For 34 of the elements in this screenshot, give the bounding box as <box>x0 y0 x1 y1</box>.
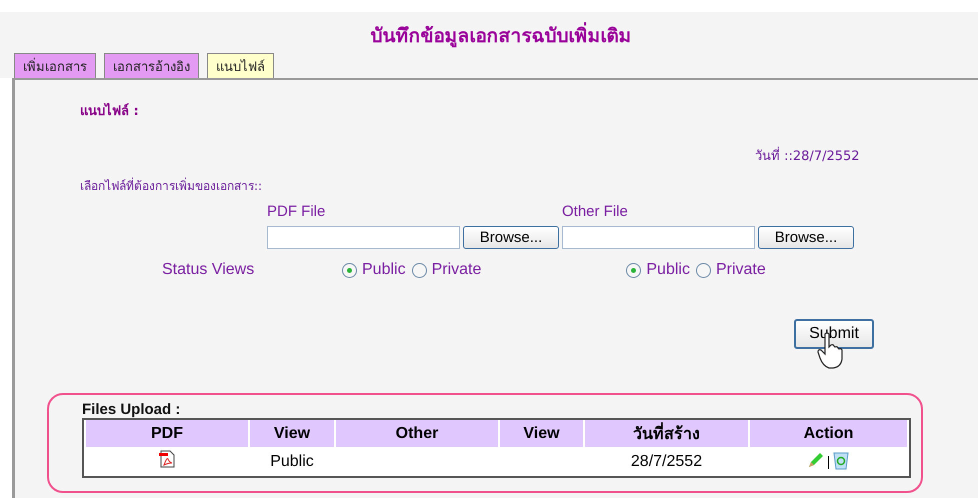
radio-label: Private <box>432 261 482 279</box>
radio-button[interactable] <box>342 262 357 278</box>
column-header: วันที่สร้าง <box>585 420 748 447</box>
radio-button[interactable] <box>412 262 427 278</box>
radio-button[interactable] <box>696 262 711 278</box>
section-heading: แนบไฟล์ : <box>80 102 140 121</box>
tab[interactable]: เพิ่มเอกสาร <box>14 53 96 78</box>
browse-button[interactable]: Browse... <box>463 226 559 249</box>
recycle-bin-icon[interactable] <box>832 450 850 470</box>
tab[interactable]: เอกสารอ้างอิง <box>104 53 199 78</box>
table-cell-text: Public <box>269 452 315 472</box>
column-header: Action <box>750 420 907 447</box>
column-header: View <box>500 420 583 447</box>
radio-label: Public <box>646 261 690 279</box>
files-upload-heading: Files Upload : <box>82 401 182 418</box>
pencil-icon[interactable] <box>807 450 825 468</box>
column-header: Other <box>336 420 498 447</box>
status-views-label: Status Views <box>162 261 256 279</box>
choose-file-label: เลือกไฟล์ที่ต้องการเพิ่มของเอกสาร:: <box>80 176 264 195</box>
column-header: View <box>250 420 334 447</box>
file-path-field[interactable] <box>267 226 460 249</box>
radio-button[interactable] <box>626 262 642 278</box>
table-cell-text: 28/7/2552 <box>630 452 704 472</box>
file-label: Other File <box>562 203 629 220</box>
browse-button[interactable]: Browse... <box>758 226 854 249</box>
tab[interactable]: แนบไฟล์ <box>207 53 274 78</box>
file-label: PDF File <box>267 203 326 220</box>
column-header: PDF <box>86 420 248 447</box>
date-text: วันที่ ::28/7/2552 <box>755 145 860 166</box>
page-title: บันทึกข้อมูลเอกสารฉบับเพิ่มเติม <box>14 12 978 53</box>
pdf-file-icon[interactable] <box>159 450 175 468</box>
file-path-field[interactable] <box>562 226 755 249</box>
radio-label: Private <box>716 261 766 279</box>
radio-label: Public <box>362 261 406 279</box>
